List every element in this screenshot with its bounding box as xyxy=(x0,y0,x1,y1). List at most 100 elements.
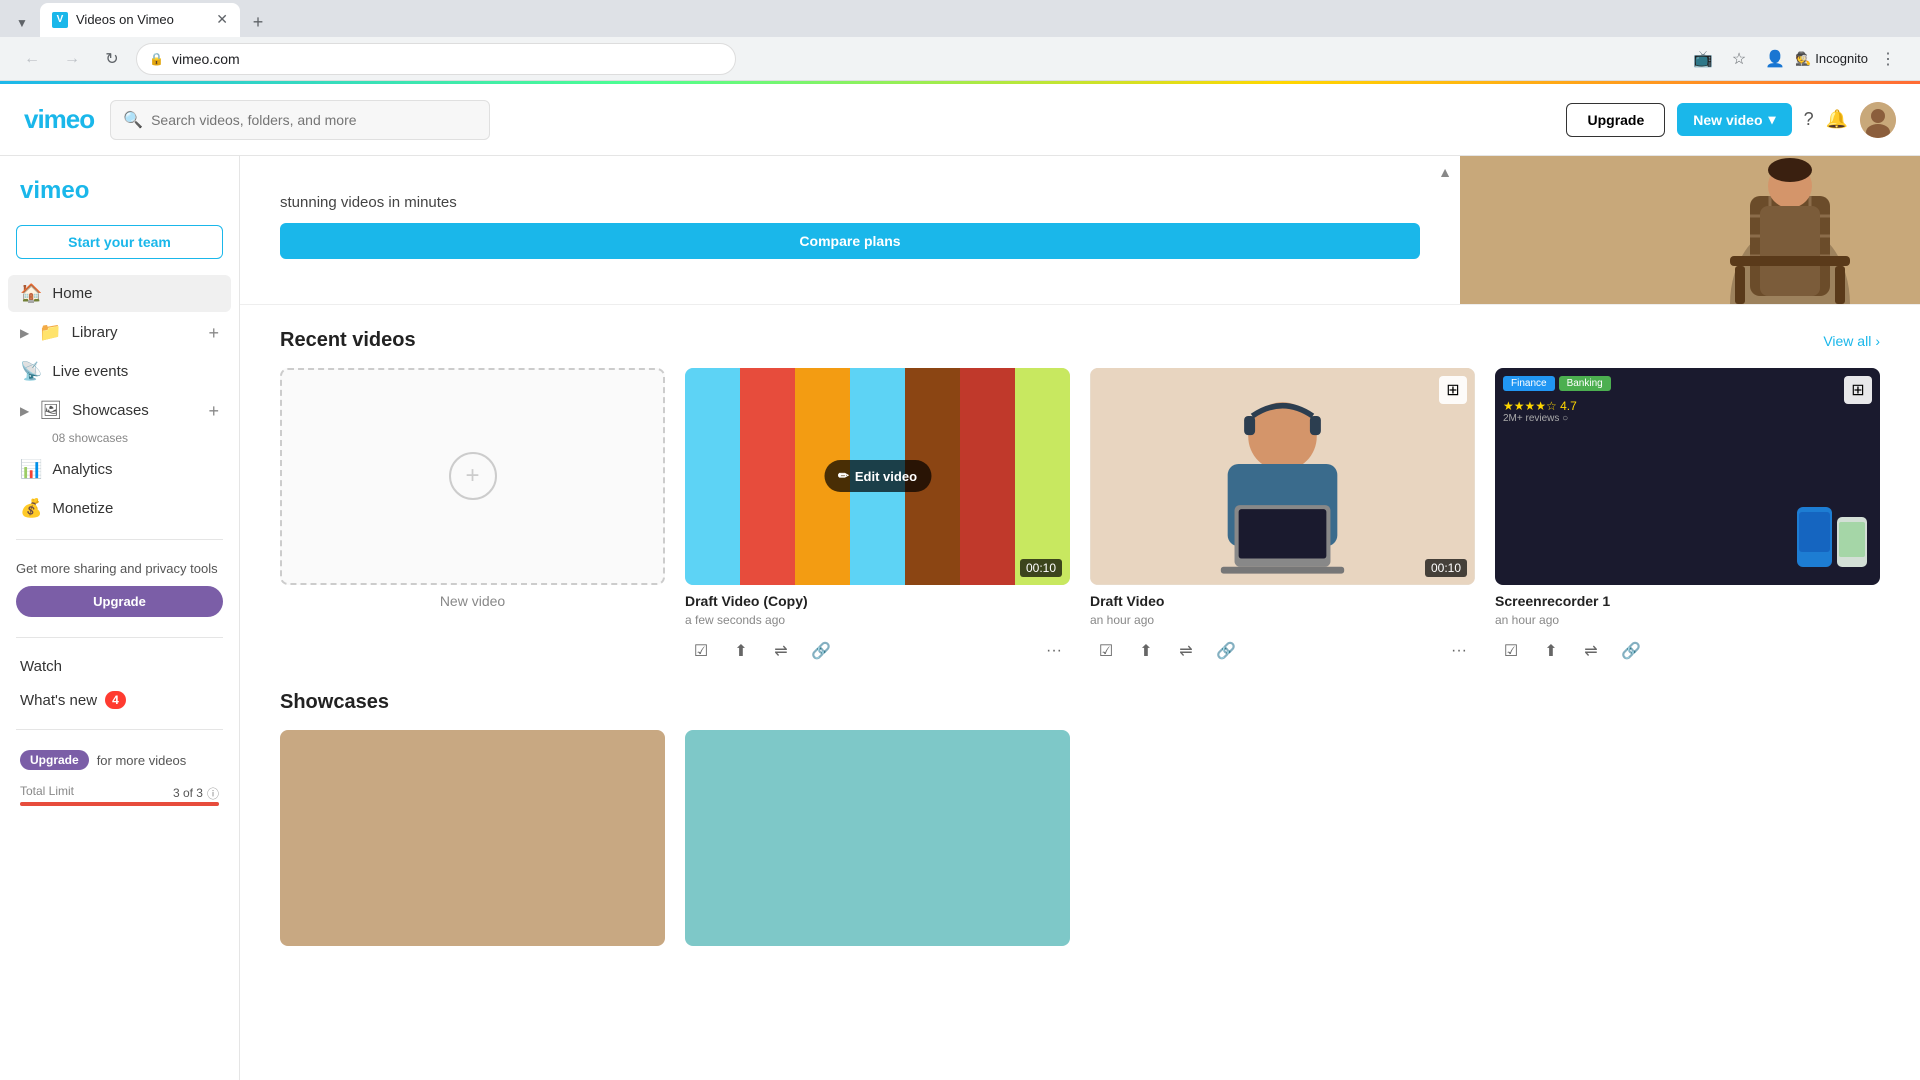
forward-btn[interactable]: → xyxy=(56,43,88,75)
video-card-screen[interactable]: Finance Banking ★★★★☆ 4.7 2M+ reviews ○ xyxy=(1495,368,1880,667)
search-bar[interactable]: 🔍 xyxy=(110,100,490,140)
review-btn-draft[interactable]: ☑ xyxy=(1090,635,1122,667)
collapse-promo-btn[interactable]: ▲ xyxy=(1438,164,1452,182)
upgrade-prompt-text: Get more sharing and privacy tools xyxy=(16,560,223,578)
banking-tag: Banking xyxy=(1559,376,1611,391)
showcase-grid xyxy=(280,730,1880,955)
chevron-showcases-icon: ▶ xyxy=(20,404,29,418)
vimeo-logo-header: vimeo xyxy=(24,104,94,135)
review-btn-screen[interactable]: ☑ xyxy=(1495,635,1527,667)
new-video-btn[interactable]: New video ▾ xyxy=(1677,103,1791,136)
app-container: vimeo 🔍 Upgrade New video ▾ ? 🔔 xyxy=(0,84,1920,1080)
upload-btn-draft[interactable]: ⬆ xyxy=(1130,635,1162,667)
upgrade-section: Get more sharing and privacy tools Upgra… xyxy=(0,552,239,625)
upload-btn-draft-copy[interactable]: ⬆ xyxy=(725,635,757,667)
video-actions-draft: ☑ ⬆ ⇌ 🔗 ··· xyxy=(1090,635,1475,667)
sidebar-item-analytics[interactable]: 📊 Analytics xyxy=(8,451,231,488)
sidebar-divider-1 xyxy=(16,539,223,540)
recent-videos-section: Recent videos View all › + New video xyxy=(240,305,1920,691)
tabs-menu-btn[interactable]: ▼ xyxy=(8,9,36,37)
sidebar-item-home[interactable]: 🏠 Home xyxy=(8,275,231,312)
video-options-screen[interactable]: ⊞ xyxy=(1844,376,1872,404)
link-btn-draft[interactable]: 🔗 xyxy=(1210,635,1242,667)
compare-plans-btn[interactable]: Compare plans xyxy=(280,223,1420,259)
bell-icon[interactable]: 🔔 xyxy=(1826,109,1848,130)
vimeo-logo: vimeo xyxy=(20,176,100,204)
total-limit: Total Limit 3 of 3 ⓘ xyxy=(0,778,239,816)
upgrade-inline-text: for more videos xyxy=(97,753,187,768)
more-btn-draft-copy[interactable]: ··· xyxy=(1038,635,1070,667)
chevron-down-icon: ▾ xyxy=(1769,111,1776,128)
upload-btn-screen[interactable]: ⬆ xyxy=(1535,635,1567,667)
video-title-draft: Draft Video xyxy=(1090,593,1475,609)
options-icon-screen: ⊞ xyxy=(1851,380,1864,400)
edit-video-overlay[interactable]: ✏ Edit video xyxy=(824,460,931,492)
sidebar-logo-area: vimeo xyxy=(0,156,239,225)
video-time-screen: an hour ago xyxy=(1495,613,1880,627)
video-options-draft[interactable]: ⊞ xyxy=(1439,376,1467,404)
link-btn-screen[interactable]: 🔗 xyxy=(1615,635,1647,667)
sidebar-label-library: Library xyxy=(72,324,118,341)
showcase-thumb-2 xyxy=(685,730,1070,947)
video-card-draft[interactable]: ⊞ 00:10 Draft Video an hour ago ☑ ⬆ ⇌ 🔗 xyxy=(1090,368,1475,667)
cast-btn[interactable]: 📺 xyxy=(1687,43,1719,75)
library-add-btn[interactable]: + xyxy=(208,324,219,342)
back-btn[interactable]: ← xyxy=(16,43,48,75)
main-content: ▲ stunning videos in minutes Compare pla… xyxy=(240,156,1920,1080)
showcase-card-2[interactable] xyxy=(685,730,1070,955)
review-btn-draft-copy[interactable]: ☑ xyxy=(685,635,717,667)
video-thumb-draft: ⊞ 00:10 xyxy=(1090,368,1475,585)
upgrade-inline: Upgrade for more videos xyxy=(0,742,239,778)
finance-tag: Finance xyxy=(1503,376,1555,391)
sidebar-nav: 🏠 Home ▶ 📁 Library + 📡 Live events xyxy=(0,275,239,527)
showcase-card-1[interactable] xyxy=(280,730,665,955)
sidebar-item-whats-new[interactable]: What's new 4 xyxy=(0,683,239,717)
browser-window: ▼ V Videos on Vimeo ✕ + ← → ↻ 🔒 vimeo.co… xyxy=(0,0,1920,1080)
address-bar[interactable]: 🔒 vimeo.com xyxy=(136,43,736,75)
app-body: vimeo 🔍 Upgrade New video ▾ ? 🔔 xyxy=(0,84,1920,1080)
upgrade-sidebar-btn[interactable]: Upgrade xyxy=(16,586,223,617)
search-input[interactable] xyxy=(151,112,477,128)
screen-tags: Finance Banking xyxy=(1503,376,1611,391)
share-btn-draft[interactable]: ⇌ xyxy=(1170,635,1202,667)
upgrade-btn[interactable]: Upgrade xyxy=(1566,103,1665,137)
promo-area: ▲ stunning videos in minutes Compare pla… xyxy=(240,156,1460,304)
vimeo-app-header: vimeo 🔍 Upgrade New video ▾ ? 🔔 xyxy=(0,84,1920,156)
sidebar-item-showcases[interactable]: ▶ 🖼 Showcases + xyxy=(8,392,231,429)
options-icon-draft: ⊞ xyxy=(1446,380,1459,400)
active-tab[interactable]: V Videos on Vimeo ✕ xyxy=(40,3,240,37)
reviews-count: 2M+ reviews ○ xyxy=(1503,413,1568,424)
promo-thumbnail xyxy=(1460,156,1920,304)
sidebar-label-analytics: Analytics xyxy=(52,461,112,478)
bookmark-btn[interactable]: ☆ xyxy=(1723,43,1755,75)
new-tab-btn[interactable]: + xyxy=(244,9,272,37)
start-team-btn[interactable]: Start your team xyxy=(16,225,223,259)
sidebar-item-live[interactable]: 📡 Live events xyxy=(8,353,231,390)
sidebar-item-monetize[interactable]: 💰 Monetize xyxy=(8,490,231,527)
video-time-draft: an hour ago xyxy=(1090,613,1475,627)
sidebar-item-library[interactable]: ▶ 📁 Library + xyxy=(8,314,231,351)
more-btn[interactable]: ⋮ xyxy=(1872,43,1904,75)
share-btn-screen[interactable]: ⇌ xyxy=(1575,635,1607,667)
share-btn-draft-copy[interactable]: ⇌ xyxy=(765,635,797,667)
link-btn-draft-copy[interactable]: 🔗 xyxy=(805,635,837,667)
top-section: ▲ stunning videos in minutes Compare pla… xyxy=(240,156,1920,305)
user-avatar[interactable] xyxy=(1860,102,1896,138)
profile-btn[interactable]: 👤 xyxy=(1759,43,1791,75)
lock-icon: 🔒 xyxy=(149,52,164,66)
nav-bar: ← → ↻ 🔒 vimeo.com 📺 ☆ 👤 🕵 Incognito ⋮ xyxy=(0,37,1920,81)
sidebar-item-watch[interactable]: Watch xyxy=(0,650,239,683)
showcases-add-btn[interactable]: + xyxy=(208,402,219,420)
recent-videos-title: Recent videos xyxy=(280,329,416,352)
video-card-draft-copy[interactable]: ✏ Edit video 00:10 Draft Video (Copy) a … xyxy=(685,368,1070,667)
nav-right: 📺 ☆ 👤 🕵 Incognito ⋮ xyxy=(1687,43,1904,75)
tab-close-btn[interactable]: ✕ xyxy=(216,11,228,28)
help-icon[interactable]: ? xyxy=(1804,109,1814,130)
view-all-link[interactable]: View all › xyxy=(1823,333,1880,349)
new-video-card[interactable]: + New video xyxy=(280,368,665,667)
incognito-badge: 🕵 Incognito xyxy=(1795,51,1868,67)
app-preview xyxy=(1792,502,1872,577)
video-duration-draft: 00:10 xyxy=(1425,559,1467,577)
refresh-btn[interactable]: ↻ xyxy=(96,43,128,75)
more-btn-draft[interactable]: ··· xyxy=(1443,635,1475,667)
